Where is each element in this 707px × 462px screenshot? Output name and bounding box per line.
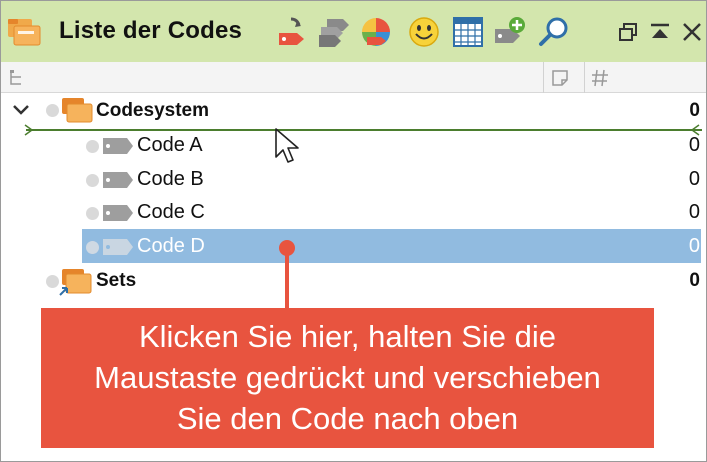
add-code-icon[interactable] [493,15,527,49]
status-dot [46,104,59,117]
window-title: Liste der Codes [59,17,243,44]
tree-item-label: Sets [96,270,137,291]
code-folder-icon [8,19,41,46]
status-dot [86,241,99,254]
memo-icon[interactable] [550,68,570,88]
callout-line: Maustaste gedrückt und verschieben [94,360,601,395]
collapse-up-icon[interactable] [649,21,671,43]
tree-row-code[interactable]: Code C 0 [0,196,707,230]
instruction-callout: Klicken Sie hier, halten Sie die Maustas… [41,308,654,448]
smiley-icon[interactable] [407,15,441,49]
tree-item-count: 0 [688,134,700,156]
status-dot [86,140,99,153]
color-wheel-icon[interactable] [359,15,393,49]
tree-item-count: 0 [688,235,700,257]
tree-item-label: Codesystem [96,100,209,121]
chevron-down-icon[interactable] [12,103,30,117]
tree-row-code[interactable]: Code B 0 [0,163,707,197]
table-icon[interactable] [451,15,485,49]
code-tag-icon [103,172,133,188]
tree-row-codesystem[interactable]: Codesystem 0 [0,94,707,128]
tree-item-count: 0 [689,270,700,291]
code-tag-icon [103,205,133,221]
callout-text: Klicken Sie hier, halten Sie die Maustas… [41,316,654,439]
column-separator[interactable] [584,62,585,93]
column-header [1,62,706,93]
new-code-icon[interactable] [275,15,309,49]
magnifier-icon[interactable] [537,15,571,49]
code-tags-icon[interactable] [317,15,351,49]
callout-line: Klicken Sie hier, halten Sie die [138,319,557,354]
tree-item-count: 0 [688,201,700,223]
close-icon[interactable] [681,21,703,43]
code-tag-icon [103,239,133,255]
tree-item-count: 0 [689,100,700,121]
hash-icon[interactable] [590,68,610,88]
status-dot [86,174,99,187]
tree-row-code[interactable]: Code A 0 [0,129,707,163]
status-dot [86,207,99,220]
sets-folder-icon [59,269,92,296]
mouse-pointer-icon [275,128,299,163]
callout-pointer-dot [279,240,295,256]
tree-item-label: Code B [137,168,204,190]
column-separator[interactable] [543,62,544,93]
tree-item-label: Code C [137,201,205,223]
tree-row-sets[interactable]: Sets 0 [0,264,707,298]
tree-view-icon[interactable] [7,68,27,88]
restore-window-icon[interactable] [617,21,639,43]
tree-item-count: 0 [688,168,700,190]
callout-line: Sie den Code nach oben [176,401,519,436]
tree-row-code-selected[interactable]: Code D 0 [0,230,707,264]
tree-item-label: Code A [137,134,203,156]
callout-pointer-line [285,247,289,309]
code-tag-icon [103,138,133,154]
code-folder-icon [62,98,93,123]
tree-item-label: Code D [137,235,205,257]
title-bar: Liste der Codes [1,1,706,62]
